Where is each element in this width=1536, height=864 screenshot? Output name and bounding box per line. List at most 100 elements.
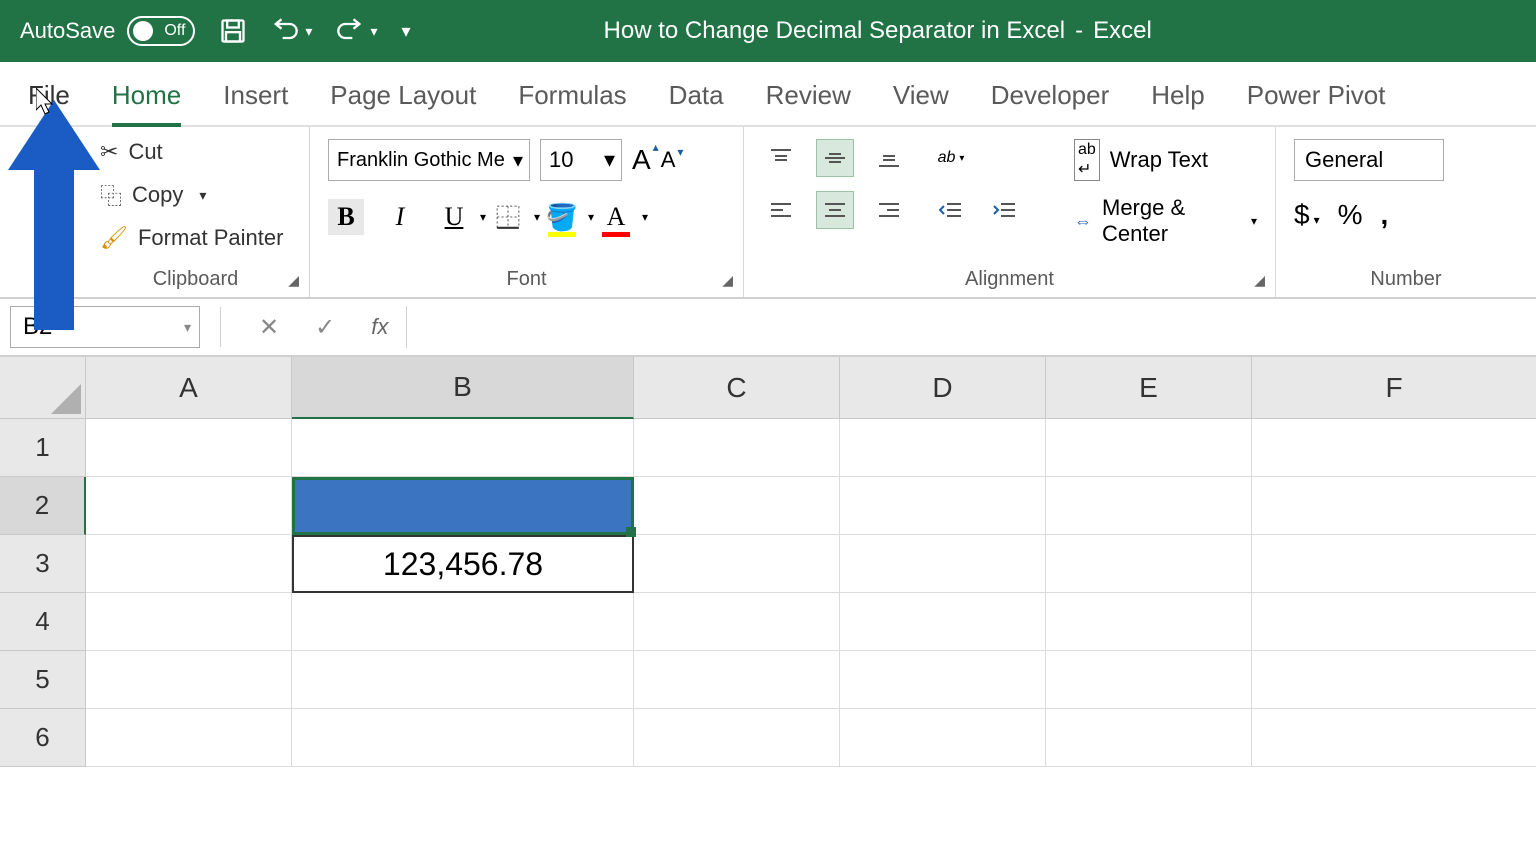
row-header-5[interactable]: 5 xyxy=(0,651,86,709)
tab-view[interactable]: View xyxy=(893,80,949,125)
row-header-6[interactable]: 6 xyxy=(0,709,86,767)
cell-c2[interactable] xyxy=(634,477,840,535)
tab-home[interactable]: Home xyxy=(112,80,181,125)
merge-center-button[interactable]: ⇔ Merge & Center ▾ xyxy=(1074,195,1257,247)
cell-d2[interactable] xyxy=(840,477,1046,535)
wrap-text-button[interactable]: ab↵ Wrap Text xyxy=(1074,139,1257,181)
align-top-button[interactable] xyxy=(762,139,800,177)
orientation-button[interactable]: ab▾ xyxy=(932,139,970,177)
tab-developer[interactable]: Developer xyxy=(991,80,1110,125)
cell-f3[interactable] xyxy=(1252,535,1536,593)
chevron-down-icon[interactable]: ▾ xyxy=(1251,214,1257,228)
cell-f4[interactable] xyxy=(1252,593,1536,651)
cell-b6[interactable] xyxy=(292,709,634,767)
column-header-e[interactable]: E xyxy=(1046,357,1252,419)
italic-button[interactable]: I xyxy=(382,199,418,235)
row-header-1[interactable]: 1 xyxy=(0,419,86,477)
increase-font-button[interactable]: A▴ xyxy=(632,144,651,176)
chevron-down-icon[interactable]: ▾ xyxy=(199,187,206,204)
tab-review[interactable]: Review xyxy=(766,80,851,125)
chevron-down-icon[interactable]: ▾ xyxy=(370,23,377,40)
font-size-dropdown[interactable]: 10 ▾ xyxy=(540,139,622,181)
cell-a2[interactable] xyxy=(86,477,292,535)
select-all-corner[interactable] xyxy=(0,357,86,419)
currency-button[interactable]: $▾ xyxy=(1294,199,1320,231)
tab-formulas[interactable]: Formulas xyxy=(518,80,626,125)
cell-e1[interactable] xyxy=(1046,419,1252,477)
cell-f1[interactable] xyxy=(1252,419,1536,477)
fill-handle[interactable] xyxy=(626,527,636,537)
column-header-a[interactable]: A xyxy=(86,357,292,419)
cell-b4[interactable] xyxy=(292,593,634,651)
cell-a6[interactable] xyxy=(86,709,292,767)
cell-d3[interactable] xyxy=(840,535,1046,593)
align-middle-button[interactable] xyxy=(816,139,854,177)
font-launcher[interactable]: ◢ xyxy=(722,272,733,289)
tab-insert[interactable]: Insert xyxy=(223,80,288,125)
chevron-down-icon[interactable]: ▾ xyxy=(305,23,312,40)
cell-b1[interactable] xyxy=(292,419,634,477)
column-header-f[interactable]: F xyxy=(1252,357,1536,419)
fx-icon[interactable]: fx xyxy=(371,314,388,340)
align-center-button[interactable] xyxy=(816,191,854,229)
cell-b3[interactable]: 123,456.78 xyxy=(292,535,634,593)
cell-c3[interactable] xyxy=(634,535,840,593)
increase-indent-button[interactable] xyxy=(986,191,1024,229)
enter-formula-button[interactable]: ✓ xyxy=(315,313,335,342)
align-left-button[interactable] xyxy=(762,191,800,229)
cut-button[interactable]: ✂ Cut xyxy=(100,139,291,165)
column-header-b[interactable]: B xyxy=(292,357,634,419)
alignment-launcher[interactable]: ◢ xyxy=(1254,272,1265,289)
row-header-3[interactable]: 3 xyxy=(0,535,86,593)
borders-button[interactable]: ▾ xyxy=(490,199,526,235)
cell-d1[interactable] xyxy=(840,419,1046,477)
cell-e6[interactable] xyxy=(1046,709,1252,767)
cell-a5[interactable] xyxy=(86,651,292,709)
cell-f6[interactable] xyxy=(1252,709,1536,767)
cell-e5[interactable] xyxy=(1046,651,1252,709)
percent-button[interactable]: % xyxy=(1338,199,1363,231)
tab-page-layout[interactable]: Page Layout xyxy=(330,80,476,125)
cancel-formula-button[interactable]: ✕ xyxy=(259,313,279,342)
customize-qat-button[interactable]: ▾ xyxy=(401,21,410,42)
cell-e2[interactable] xyxy=(1046,477,1252,535)
cell-c1[interactable] xyxy=(634,419,840,477)
cell-b2[interactable] xyxy=(292,477,634,535)
row-header-2[interactable]: 2 xyxy=(0,477,86,535)
tab-power-pivot[interactable]: Power Pivot xyxy=(1247,80,1386,125)
align-right-button[interactable] xyxy=(870,191,908,229)
format-painter-button[interactable]: 🖌 Format Painter xyxy=(100,225,291,251)
decrease-font-button[interactable]: A▾ xyxy=(661,147,676,173)
formula-input[interactable] xyxy=(406,306,1526,348)
cell-c5[interactable] xyxy=(634,651,840,709)
save-button[interactable] xyxy=(219,17,247,45)
copy-button[interactable]: ⿻ Copy ▾ xyxy=(100,179,291,211)
cell-c6[interactable] xyxy=(634,709,840,767)
cell-b5[interactable] xyxy=(292,651,634,709)
cell-d5[interactable] xyxy=(840,651,1046,709)
bold-button[interactable]: B xyxy=(328,199,364,235)
cell-d6[interactable] xyxy=(840,709,1046,767)
align-bottom-button[interactable] xyxy=(870,139,908,177)
tab-help[interactable]: Help xyxy=(1151,80,1204,125)
tab-data[interactable]: Data xyxy=(669,80,724,125)
column-header-d[interactable]: D xyxy=(840,357,1046,419)
comma-button[interactable]: , xyxy=(1381,199,1389,231)
clipboard-launcher[interactable]: ◢ xyxy=(288,272,299,289)
row-header-4[interactable]: 4 xyxy=(0,593,86,651)
cell-f2[interactable] xyxy=(1252,477,1536,535)
cell-f5[interactable] xyxy=(1252,651,1536,709)
cell-e3[interactable] xyxy=(1046,535,1252,593)
autosave-toggle[interactable]: Off xyxy=(127,16,195,46)
cell-c4[interactable] xyxy=(634,593,840,651)
undo-button[interactable]: ▾ xyxy=(271,17,312,45)
font-name-dropdown[interactable]: Franklin Gothic Me ▾ xyxy=(328,139,530,181)
cell-a4[interactable] xyxy=(86,593,292,651)
number-format-dropdown[interactable]: General xyxy=(1294,139,1444,181)
cell-d4[interactable] xyxy=(840,593,1046,651)
redo-button[interactable]: ▾ xyxy=(336,17,377,45)
cell-a1[interactable] xyxy=(86,419,292,477)
cell-a3[interactable] xyxy=(86,535,292,593)
column-header-c[interactable]: C xyxy=(634,357,840,419)
cell-e4[interactable] xyxy=(1046,593,1252,651)
